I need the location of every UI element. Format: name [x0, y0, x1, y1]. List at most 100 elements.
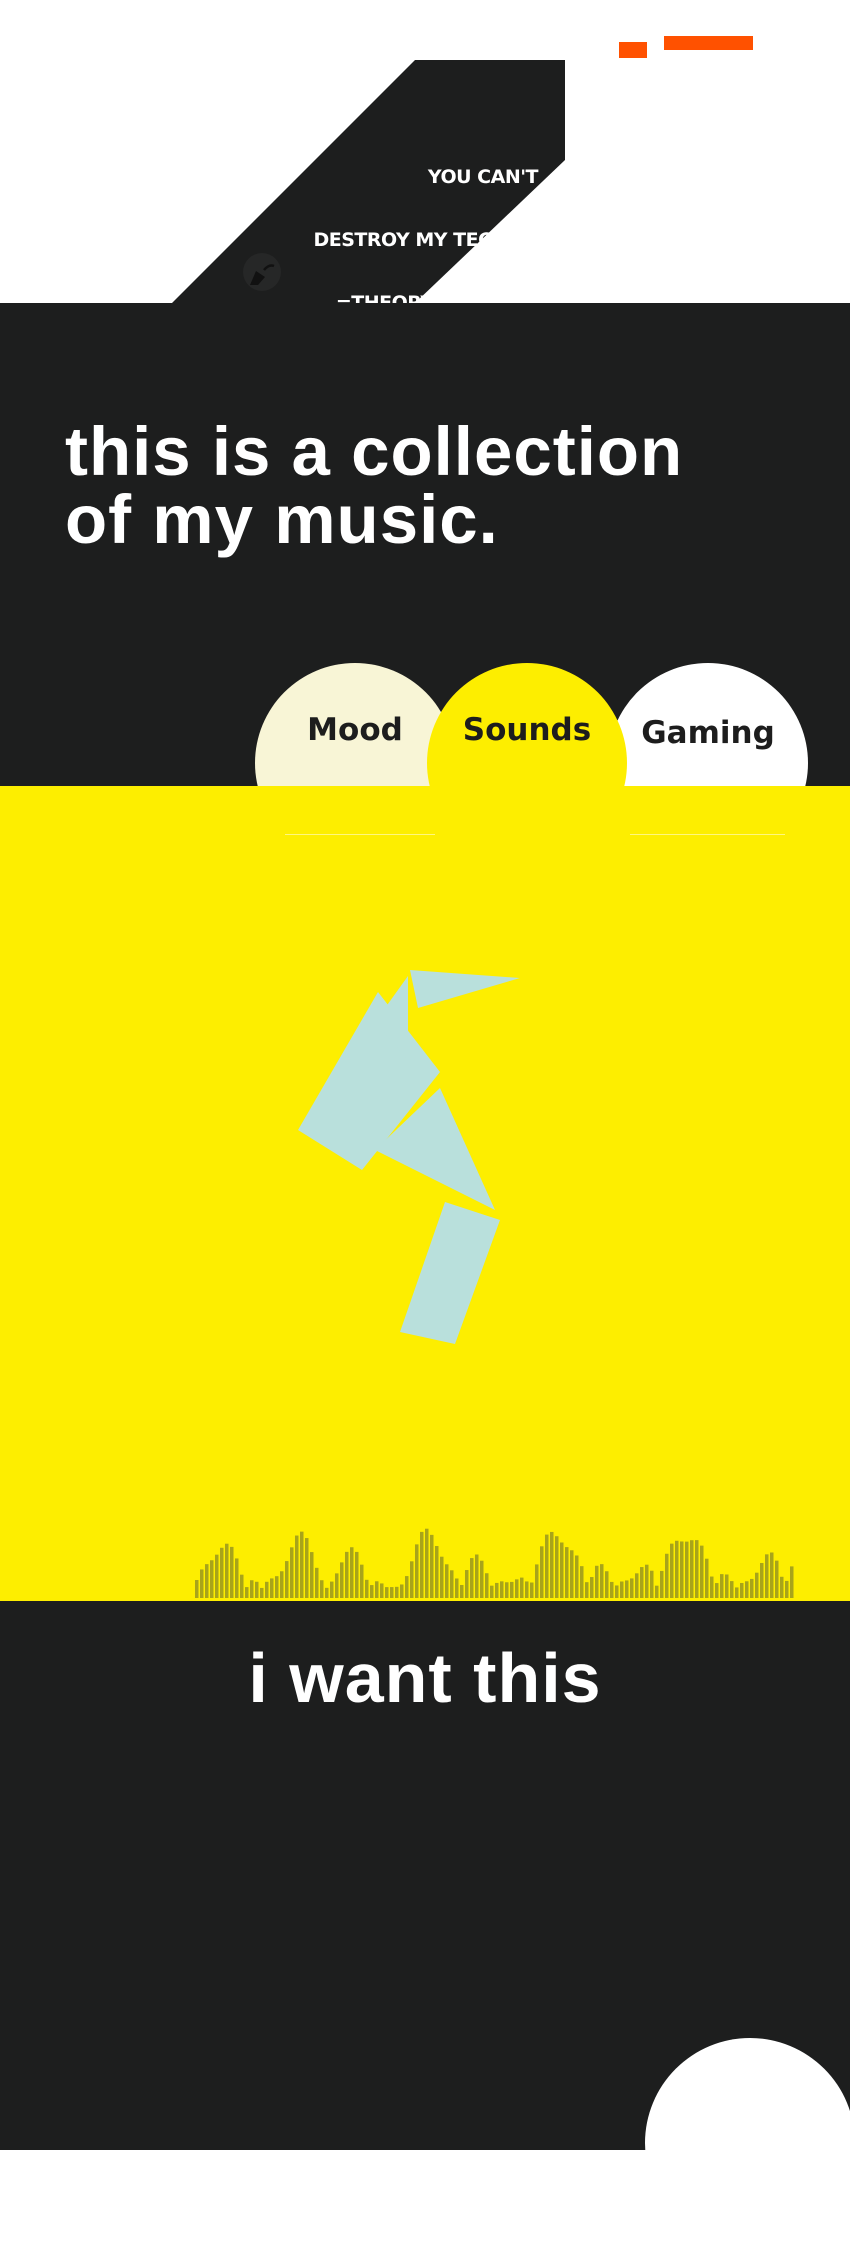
visualizer-bar — [455, 1578, 459, 1598]
visualizer-bar — [285, 1561, 289, 1598]
visualizer-bar — [660, 1570, 664, 1598]
visualizer-bar — [560, 1542, 564, 1598]
visualizer-bar — [460, 1584, 464, 1598]
visualizer-bar — [585, 1582, 589, 1598]
visualizer-bar — [565, 1547, 569, 1598]
visualizer-bar — [435, 1546, 439, 1598]
visualizer-bar — [710, 1576, 714, 1598]
visualizer-bar — [715, 1583, 719, 1598]
visualizer-bar — [275, 1576, 279, 1598]
intro-title-line-2: of my music. — [65, 481, 499, 558]
visualizer-bar — [680, 1541, 684, 1598]
visualizer-bar — [765, 1554, 769, 1598]
visualizer-bar — [665, 1553, 669, 1598]
visualizer-bar — [280, 1571, 284, 1598]
menu-icon-square[interactable] — [619, 42, 647, 58]
visualizer-bar — [315, 1567, 319, 1598]
visualizer-bar — [510, 1581, 514, 1598]
visualizer-bar — [520, 1577, 524, 1598]
visualizer-bar — [345, 1551, 349, 1598]
visualizer-bar — [605, 1571, 609, 1598]
visualizer-bar — [445, 1564, 449, 1598]
menu-icon-bar[interactable] — [664, 36, 753, 50]
visualizer-bar — [370, 1585, 374, 1598]
visualizer-bar — [475, 1554, 479, 1598]
visualizer-bar — [505, 1582, 509, 1598]
visualizer-bar — [755, 1572, 759, 1598]
divider-line — [630, 834, 785, 835]
visualizer-bar — [240, 1574, 244, 1598]
origami-bird-icon — [298, 970, 520, 1344]
visualizer-bar — [785, 1580, 789, 1598]
visualizer-bar — [590, 1577, 594, 1598]
visualizer-bar — [530, 1582, 534, 1598]
logo-line-1: YOU CAN'T — [427, 166, 539, 188]
visualizer-bar — [235, 1558, 239, 1598]
visualizer-bar — [750, 1578, 754, 1598]
visualizer-bar — [305, 1538, 309, 1598]
visualizer-bar — [545, 1534, 549, 1598]
tab-sounds-label: Sounds — [462, 712, 592, 748]
visualizer-bar — [320, 1580, 324, 1598]
tab-gaming-label: Gaming — [641, 715, 775, 751]
visualizer-bar — [690, 1540, 694, 1598]
visualizer-bar — [350, 1547, 354, 1598]
visualizer-bar — [385, 1587, 389, 1598]
visualizer-bar — [620, 1581, 624, 1598]
visualizer-bar — [625, 1580, 629, 1598]
visualizer-bar — [635, 1573, 639, 1598]
tab-mood-label: Mood — [307, 712, 403, 748]
visualizer-bar — [390, 1587, 394, 1598]
visualizer-bar — [360, 1564, 364, 1598]
audio-visualizer-icon — [195, 1528, 794, 1598]
visualizer-bar — [380, 1583, 384, 1598]
visualizer-bar — [340, 1562, 344, 1598]
visualizer-bar — [630, 1578, 634, 1598]
visualizer-bar — [775, 1560, 779, 1598]
visualizer-bar — [220, 1547, 224, 1598]
visualizer-bar — [735, 1587, 739, 1598]
visualizer-bar — [260, 1587, 264, 1598]
visualizer-bar — [485, 1573, 489, 1598]
visualizer-bar — [325, 1587, 329, 1598]
visualizer-bar — [725, 1574, 729, 1598]
visualizer-bar — [425, 1528, 429, 1598]
visualizer-bar — [215, 1554, 219, 1598]
visualizer-bar — [355, 1551, 359, 1598]
visualizer-bar — [250, 1580, 254, 1598]
visualizer-bar — [550, 1531, 554, 1598]
visualizer-bar — [705, 1558, 709, 1598]
visualizer-bar — [770, 1552, 774, 1598]
visualizer-bar — [265, 1581, 269, 1598]
visualizer-bar — [420, 1531, 424, 1598]
visualizer-bar — [480, 1560, 484, 1598]
visualizer-bar — [525, 1581, 529, 1598]
wishlist-title: i want this — [248, 1639, 602, 1717]
visualizer-bar — [610, 1581, 614, 1598]
visualizer-bar — [400, 1584, 404, 1598]
visualizer-bar — [645, 1564, 649, 1598]
visualizer-bar — [670, 1543, 674, 1598]
visualizer-bar — [700, 1545, 704, 1598]
visualizer-bar — [405, 1576, 409, 1598]
visualizer-bar — [470, 1558, 474, 1598]
visualizer-bar — [490, 1585, 494, 1598]
visualizer-bar — [200, 1569, 204, 1598]
visualizer-bar — [295, 1535, 299, 1598]
visualizer-bar — [440, 1556, 444, 1598]
visualizer-bar — [225, 1543, 229, 1598]
visualizer-bar — [375, 1581, 379, 1598]
visualizer-bar — [290, 1547, 294, 1598]
divider-line — [285, 834, 435, 835]
visualizer-bar — [730, 1581, 734, 1598]
visualizer-bar — [210, 1560, 214, 1598]
visualizer-bar — [450, 1570, 454, 1598]
visualizer-bar — [575, 1555, 579, 1598]
visualizer-bar — [310, 1552, 314, 1598]
visualizer-bar — [790, 1566, 794, 1598]
visualizer-bar — [365, 1579, 369, 1598]
visualizer-bar — [540, 1546, 544, 1598]
visualizer-bar — [495, 1582, 499, 1598]
visualizer-bar — [720, 1574, 724, 1598]
visualizer-bar — [745, 1581, 749, 1598]
